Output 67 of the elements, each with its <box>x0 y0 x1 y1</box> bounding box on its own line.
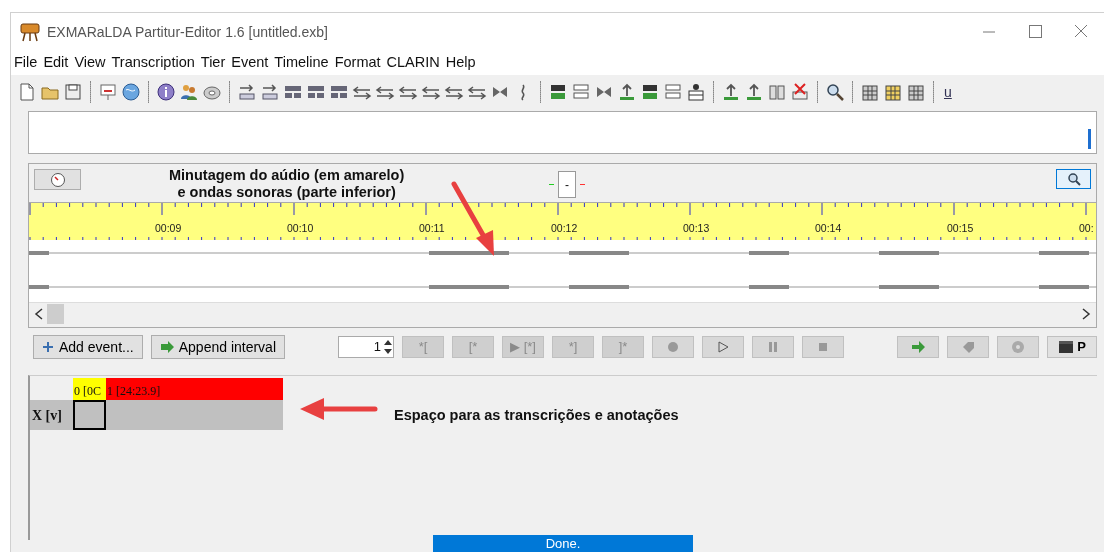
grid-icon[interactable] <box>883 82 903 102</box>
save-icon[interactable] <box>63 82 83 102</box>
caret-bar <box>1088 129 1091 149</box>
menu-item[interactable]: Edit <box>43 52 69 74</box>
time-label: 00:13 <box>683 221 710 236</box>
play-icon[interactable] <box>716 340 730 354</box>
next-icon[interactable] <box>911 340 925 354</box>
upload-icon[interactable] <box>744 82 764 102</box>
panel-button[interactable]: P <box>1047 336 1097 358</box>
search-icon[interactable] <box>825 82 845 102</box>
time-label: 00:10 <box>287 221 314 236</box>
people-icon[interactable] <box>179 82 199 102</box>
menu-item[interactable]: Transcription <box>111 52 195 74</box>
clapper-icon <box>1058 340 1075 354</box>
grid-icon[interactable] <box>860 82 880 102</box>
annotation-text: Espaço para as transcrições e anotações <box>394 406 679 425</box>
menu-item[interactable]: Tier <box>200 52 226 74</box>
event-cell[interactable] <box>73 400 106 430</box>
presentation-icon[interactable] <box>98 82 118 102</box>
menu-item[interactable]: Format <box>334 52 381 74</box>
globe-icon[interactable] <box>121 82 141 102</box>
timeline-cell: 1 [24:23.9] <box>106 378 283 400</box>
speaker-table-icon[interactable] <box>686 82 706 102</box>
underline-button[interactable]: u <box>941 81 955 103</box>
split-icon[interactable] <box>260 82 280 102</box>
split-icon[interactable] <box>237 82 257 102</box>
tier-label: X [v] <box>30 400 73 430</box>
position-readout: - <box>558 171 576 198</box>
search-icon <box>1066 172 1081 186</box>
menu-item[interactable]: CLARIN <box>386 52 440 74</box>
menu-item[interactable]: Help <box>445 52 476 74</box>
time-label: 00:15 <box>947 221 974 236</box>
menu-item[interactable]: View <box>74 52 106 74</box>
timeline-cell: 0 [0C <box>73 378 106 400</box>
status-bar: Done. <box>433 535 693 552</box>
tier-insert-icon[interactable] <box>548 82 568 102</box>
gauge-icon <box>49 171 66 188</box>
app-logo-icon <box>19 22 41 42</box>
document-icon[interactable] <box>17 82 37 102</box>
time-label: 00:11 <box>419 221 445 236</box>
tier-insert-icon[interactable] <box>640 82 660 102</box>
number-spinner[interactable]: 1 <box>338 336 394 358</box>
settings-button[interactable] <box>34 169 81 190</box>
time-label: 00:14 <box>815 221 842 236</box>
upload-icon[interactable] <box>617 82 637 102</box>
add-event-button[interactable]: Add event... <box>33 335 143 359</box>
time-label: 00: <box>1079 221 1094 236</box>
annotation-text: Minutagem do aúdio (em amarelo) e ondas sonoras (parte inferior) <box>169 167 405 201</box>
plus-icon <box>42 341 54 353</box>
zoom-button[interactable] <box>1056 169 1091 189</box>
menu-item[interactable]: File <box>14 52 38 74</box>
scroll-left-icon[interactable] <box>34 307 44 320</box>
window-title: EXMARaLDA Partitur-Editor 1.6 [untitled.exb] <box>47 22 328 42</box>
menu-item[interactable]: Timeline <box>274 52 329 74</box>
time-label: 00:09 <box>155 221 182 236</box>
append-interval-button[interactable]: Append interval <box>150 335 285 359</box>
text-field[interactable] <box>28 111 1097 154</box>
info-icon[interactable] <box>156 82 176 102</box>
delete-icon[interactable] <box>790 82 810 102</box>
scroll-thumb[interactable] <box>47 303 64 324</box>
menu-item[interactable]: Event <box>231 52 269 74</box>
time-label: 00:12 <box>551 221 578 236</box>
grid-icon[interactable] <box>906 82 926 102</box>
scroll-right-icon[interactable] <box>1081 307 1091 320</box>
upload-icon[interactable] <box>721 82 741 102</box>
arrow-icon <box>159 341 174 353</box>
spinner-arrows-icon <box>383 338 393 356</box>
